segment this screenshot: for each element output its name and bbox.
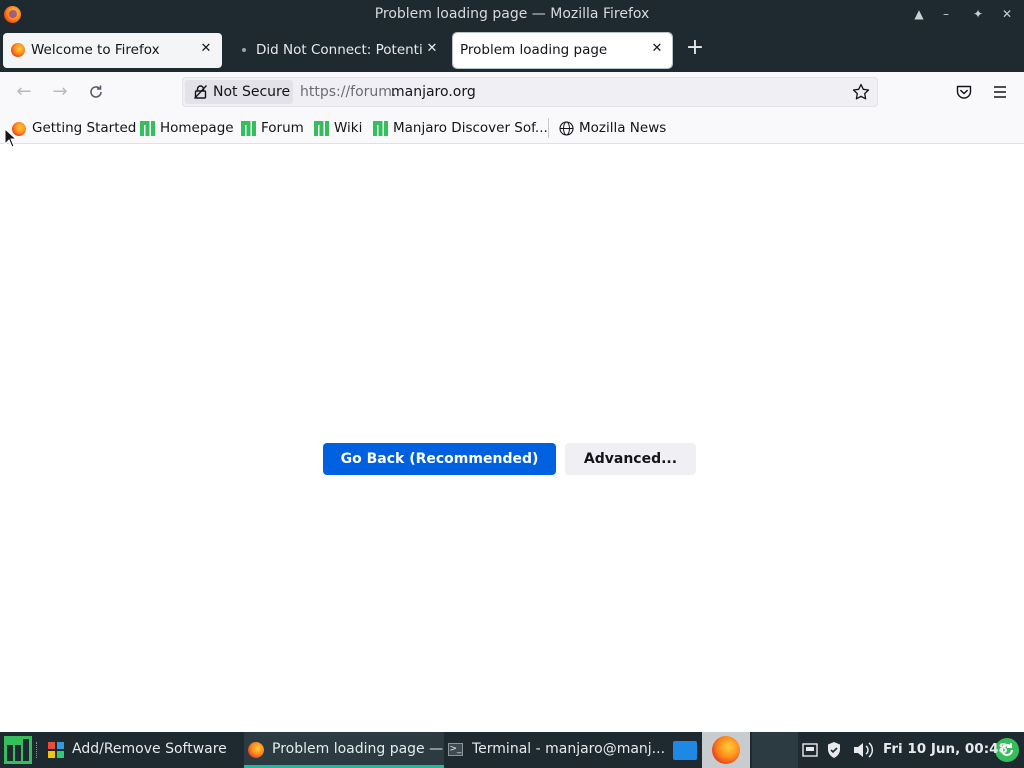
security-label: Not Secure bbox=[213, 84, 291, 100]
tab-strip: Welcome to Firefox ✕ Did Not Connect: Po… bbox=[0, 29, 1024, 72]
close-tab-icon[interactable]: ✕ bbox=[425, 42, 439, 56]
bookmark-star-icon[interactable] bbox=[851, 82, 871, 102]
tab-label: Problem loading page bbox=[460, 42, 608, 58]
pocket-icon[interactable] bbox=[954, 82, 974, 102]
hamburger-menu-icon[interactable] bbox=[990, 82, 1010, 102]
taskbar-clock[interactable]: Fri 10 Jun, 00:48 bbox=[883, 741, 1008, 757]
reload-button[interactable] bbox=[84, 80, 108, 104]
reload-icon bbox=[90, 85, 102, 98]
taskbar-item-firefox[interactable]: Problem loading page — ... bbox=[244, 732, 461, 768]
maximize-icon[interactable]: ✦ bbox=[969, 5, 987, 23]
tab-problem-loading[interactable]: Problem loading page ✕ bbox=[452, 32, 673, 69]
taskbar: Add/Remove Software Problem loading page… bbox=[0, 732, 1024, 768]
url-bar[interactable]: Not Secure https://forum. manjaro.org bbox=[182, 77, 878, 107]
loading-dot-icon bbox=[242, 48, 246, 52]
terminal-icon: >_ bbox=[448, 743, 463, 756]
bookmarks-separator bbox=[548, 118, 549, 138]
bookmark-label: Forum bbox=[261, 120, 304, 136]
taskbar-item-add-remove-software[interactable]: Add/Remove Software bbox=[44, 732, 227, 768]
workspace-preview[interactable] bbox=[702, 732, 750, 768]
mouse-cursor-icon bbox=[4, 128, 16, 148]
bookmark-label: Homepage bbox=[160, 120, 234, 136]
tab-label: Welcome to Firefox bbox=[31, 42, 160, 58]
manjaro-icon bbox=[140, 121, 155, 136]
page-content bbox=[0, 145, 1024, 726]
workspace-empty[interactable] bbox=[752, 732, 798, 768]
window-title: Problem loading page — Mozilla Firefox bbox=[374, 6, 650, 22]
new-tab-button[interactable]: + bbox=[684, 37, 706, 61]
go-back-button[interactable]: Go Back (Recommended) bbox=[323, 443, 556, 475]
firefox-icon bbox=[248, 742, 264, 758]
tab-did-not-connect[interactable]: Did Not Connect: Potential ✕ bbox=[228, 33, 447, 68]
tab-label: Did Not Connect: Potential bbox=[256, 42, 422, 58]
close-tab-icon[interactable]: ✕ bbox=[199, 42, 213, 56]
bookmark-label: Manjaro Discover Sof... bbox=[393, 120, 548, 136]
bookmark-mozilla-news[interactable]: Mozilla News bbox=[559, 120, 667, 138]
keep-above-icon[interactable]: ▲ bbox=[910, 5, 928, 23]
volume-icon[interactable] bbox=[852, 741, 874, 759]
minimize-icon[interactable]: – bbox=[937, 5, 955, 23]
window-titlebar: Problem loading page — Mozilla Firefox ▲… bbox=[0, 0, 1024, 29]
manjaro-icon bbox=[241, 121, 256, 136]
shield-icon[interactable] bbox=[826, 741, 842, 759]
bookmark-label: Mozilla News bbox=[579, 120, 667, 136]
back-button[interactable]: ← bbox=[12, 80, 36, 104]
taskbar-item-label: Terminal - manjaro@manj... bbox=[472, 741, 666, 757]
nav-bar: ← → Not Secure https://forum. manjaro.or… bbox=[0, 72, 1024, 112]
firefox-icon bbox=[11, 43, 25, 57]
taskbar-handle bbox=[36, 742, 38, 758]
globe-icon bbox=[559, 121, 574, 136]
manjaro-icon bbox=[373, 121, 388, 136]
site-security-button[interactable]: Not Secure bbox=[185, 80, 293, 104]
bookmark-manjaro-discover[interactable]: Manjaro Discover Sof... bbox=[373, 120, 548, 138]
bookmark-homepage[interactable]: Homepage bbox=[140, 120, 234, 138]
bookmarks-toolbar: Getting Started Homepage Forum Wiki Manj… bbox=[0, 112, 1024, 144]
taskbar-item-label: Add/Remove Software bbox=[72, 741, 227, 757]
network-icon[interactable] bbox=[802, 742, 818, 758]
bookmark-forum[interactable]: Forum bbox=[241, 120, 305, 138]
close-window-icon[interactable]: ✕ bbox=[998, 5, 1016, 23]
url-prefix[interactable]: https://forum. bbox=[300, 84, 396, 100]
workspace-switcher-icon[interactable] bbox=[673, 741, 697, 760]
bookmark-label: Wiki bbox=[334, 120, 363, 136]
bookmark-getting-started[interactable]: Getting Started bbox=[12, 120, 136, 138]
insecure-lock-icon bbox=[194, 85, 207, 99]
taskbar-item-terminal[interactable]: >_ Terminal - manjaro@manj... bbox=[444, 732, 665, 768]
forward-button[interactable]: → bbox=[48, 80, 72, 104]
close-tab-icon[interactable]: ✕ bbox=[650, 42, 664, 56]
firefox-icon bbox=[712, 736, 740, 764]
bookmark-label: Getting Started bbox=[32, 120, 137, 136]
url-host[interactable]: manjaro.org bbox=[391, 84, 476, 100]
manjaro-icon bbox=[314, 121, 329, 136]
software-icon bbox=[48, 742, 64, 758]
tab-welcome[interactable]: Welcome to Firefox ✕ bbox=[3, 33, 222, 68]
advanced-button[interactable]: Advanced... bbox=[565, 443, 696, 475]
taskbar-item-label: Problem loading page — ... bbox=[272, 741, 461, 757]
bookmark-wiki[interactable]: Wiki bbox=[314, 120, 364, 138]
manjaro-menu-icon[interactable] bbox=[4, 736, 32, 764]
